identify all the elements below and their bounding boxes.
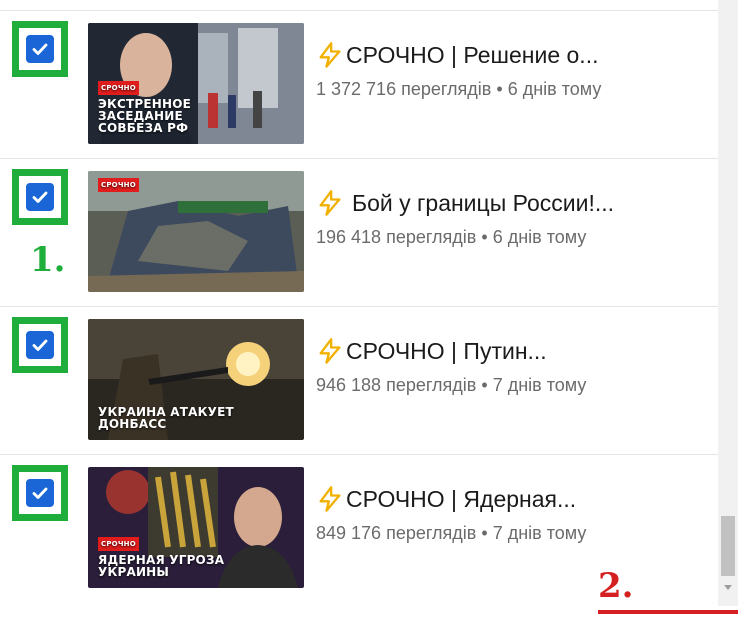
checkmark-icon xyxy=(32,487,48,499)
video-stats: 196 418 переглядів • 6 днів тому xyxy=(316,227,706,248)
lightning-bolt-icon xyxy=(319,190,341,216)
thumbnail-caption: СРОЧНО xyxy=(98,177,139,195)
video-list: СРОЧНО ЭКСТРЕННОЕ ЗАСЕДАНИЕ СОВБЕЗА РФ С… xyxy=(0,0,718,619)
upload-age: 6 днів тому xyxy=(492,227,587,247)
separator: • xyxy=(481,375,488,395)
annotation-underline xyxy=(598,610,738,614)
video-title[interactable]: СРОЧНО | Ядерная... xyxy=(316,485,706,513)
checkmark-icon xyxy=(32,43,48,55)
annotation-step-2: 2. xyxy=(598,566,634,606)
thumbnail-caption: СРОЧНО ЭКСТРЕННОЕ ЗАСЕДАНИЕ СОВБЕЗА РФ xyxy=(98,80,198,134)
checkbox-highlight xyxy=(12,317,68,373)
video-row[interactable]: СРОЧНО Бой у границы России!... 196 418 … xyxy=(0,158,718,306)
video-thumbnail[interactable]: СРОЧНО xyxy=(88,171,304,292)
checkbox-highlight xyxy=(12,169,68,225)
video-stats: 946 188 переглядів • 7 днів тому xyxy=(316,375,706,396)
video-thumbnail[interactable]: СРОЧНО ЯДЕРНАЯ УГРОЗА УКРАИНЫ xyxy=(88,467,304,588)
video-meta: Бой у границы России!... 196 418 перегля… xyxy=(316,189,706,248)
video-row[interactable]: УКРАИНА АТАКУЕТ ДОНБАСС СРОЧНО | Путин..… xyxy=(0,306,718,454)
video-title[interactable]: СРОЧНО | Решение о... xyxy=(316,41,706,69)
chevron-down-icon[interactable] xyxy=(722,582,734,594)
video-title[interactable]: Бой у границы России!... xyxy=(316,189,706,217)
thumbnail-caption: СРОЧНО ЯДЕРНАЯ УГРОЗА УКРАИНЫ xyxy=(98,536,238,578)
view-count: 1 372 716 переглядів xyxy=(316,79,492,99)
checkbox-highlight xyxy=(12,465,68,521)
video-meta: СРОЧНО | Путин... 946 188 переглядів • 7… xyxy=(316,337,706,396)
annotation-step-1: 1. xyxy=(30,240,66,280)
video-stats: 849 176 переглядів • 7 днів тому xyxy=(316,523,706,544)
separator: • xyxy=(496,79,503,99)
video-checkbox[interactable] xyxy=(26,479,54,507)
separator: • xyxy=(481,227,488,247)
video-checkbox[interactable] xyxy=(26,331,54,359)
scrollbar-thumb[interactable] xyxy=(721,516,735,576)
video-checkbox[interactable] xyxy=(26,35,54,63)
video-thumbnail[interactable]: СРОЧНО ЭКСТРЕННОЕ ЗАСЕДАНИЕ СОВБЕЗА РФ xyxy=(88,23,304,144)
lightning-bolt-icon xyxy=(319,486,341,512)
video-meta: СРОЧНО | Решение о... 1 372 716 перегляд… xyxy=(316,41,706,100)
video-row[interactable]: СРОЧНО ЭКСТРЕННОЕ ЗАСЕДАНИЕ СОВБЕЗА РФ С… xyxy=(0,10,718,158)
view-count: 946 188 переглядів xyxy=(316,375,477,395)
video-thumbnail[interactable]: УКРАИНА АТАКУЕТ ДОНБАСС xyxy=(88,319,304,440)
upload-age: 7 днів тому xyxy=(492,523,587,543)
view-count: 849 176 переглядів xyxy=(316,523,477,543)
separator: • xyxy=(481,523,488,543)
upload-age: 6 днів тому xyxy=(507,79,602,99)
video-checkbox[interactable] xyxy=(26,183,54,211)
video-title[interactable]: СРОЧНО | Путин... xyxy=(316,337,706,365)
view-count: 196 418 переглядів xyxy=(316,227,477,247)
lightning-bolt-icon xyxy=(319,42,341,68)
video-meta: СРОЧНО | Ядерная... 849 176 переглядів •… xyxy=(316,485,706,544)
checkbox-highlight xyxy=(12,21,68,77)
checkmark-icon xyxy=(32,191,48,203)
checkmark-icon xyxy=(32,339,48,351)
upload-age: 7 днів тому xyxy=(492,375,587,395)
thumbnail-caption: УКРАИНА АТАКУЕТ ДОНБАСС xyxy=(98,405,234,431)
lightning-bolt-icon xyxy=(319,338,341,364)
video-stats: 1 372 716 переглядів • 6 днів тому xyxy=(316,79,706,100)
